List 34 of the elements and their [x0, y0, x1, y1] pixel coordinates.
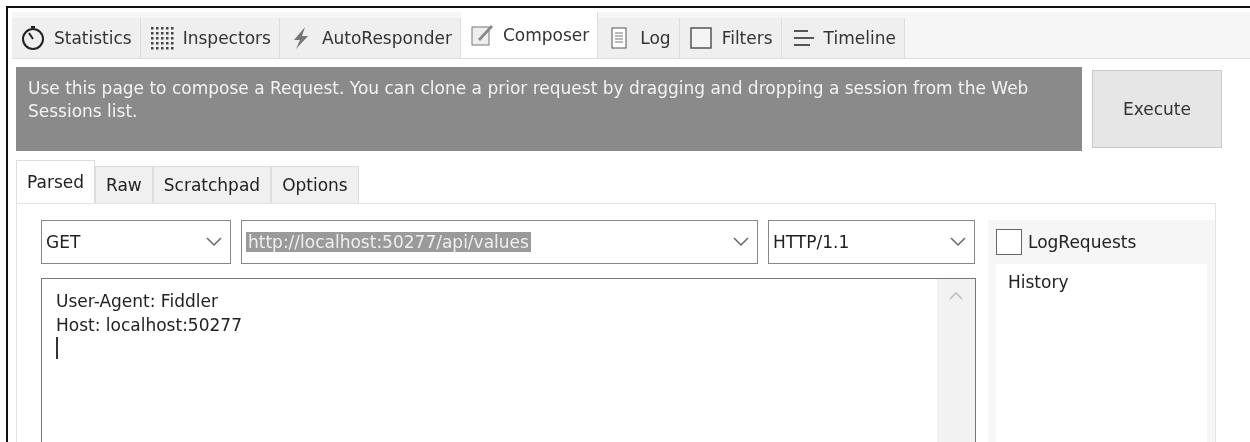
chevron-down-icon — [733, 237, 749, 247]
header-line: Host: localhost:50277 — [56, 314, 242, 337]
tab[interactable]: Log — [598, 18, 680, 58]
tab[interactable]: Filters — [679, 18, 782, 58]
method-select[interactable]: GET — [41, 220, 231, 264]
dotted-grid-icon — [148, 25, 175, 51]
text-cursor — [56, 337, 58, 359]
chevron-down-icon — [950, 237, 966, 247]
tab[interactable]: Timeline — [781, 18, 905, 58]
tab[interactable]: Inspectors — [140, 18, 280, 58]
tab[interactable]: Parsed — [16, 160, 95, 203]
tab[interactable]: Raw — [95, 166, 153, 203]
tab[interactable]: Options — [271, 166, 359, 203]
square-icon — [687, 25, 714, 51]
pencil-note-icon — [468, 22, 495, 48]
chevron-up-icon — [949, 291, 963, 300]
header-line: User-Agent: Fiddler — [56, 290, 218, 313]
version-select[interactable]: HTTP/1.1 — [768, 220, 975, 264]
info-banner: Use this page to compose a Request. You can clone a prior request by dragging and dropping a session from the Web Sessions list. — [16, 67, 1082, 151]
chevron-down-icon — [206, 237, 222, 247]
tab[interactable]: Composer — [460, 12, 599, 58]
log-requests-checkbox[interactable]: LogRequests — [996, 220, 1207, 264]
tab[interactable]: Statistics — [12, 18, 141, 58]
execute-button[interactable]: Execute — [1092, 70, 1222, 148]
history-label: History — [1008, 272, 1069, 292]
checkbox[interactable] — [996, 229, 1022, 255]
tab[interactable]: Scratchpad — [152, 166, 272, 203]
scrollbar[interactable] — [937, 279, 975, 442]
history-list[interactable]: History — [996, 264, 1207, 442]
url-text: http://localhost:50277/api/values — [246, 232, 531, 252]
tab[interactable]: AutoResponder — [279, 18, 461, 58]
headers-field[interactable]: User-Agent: Fiddler Host: localhost:50277 — [41, 278, 976, 442]
checkbox-label: LogRequests — [1028, 232, 1137, 252]
stopwatch-icon — [20, 25, 46, 51]
